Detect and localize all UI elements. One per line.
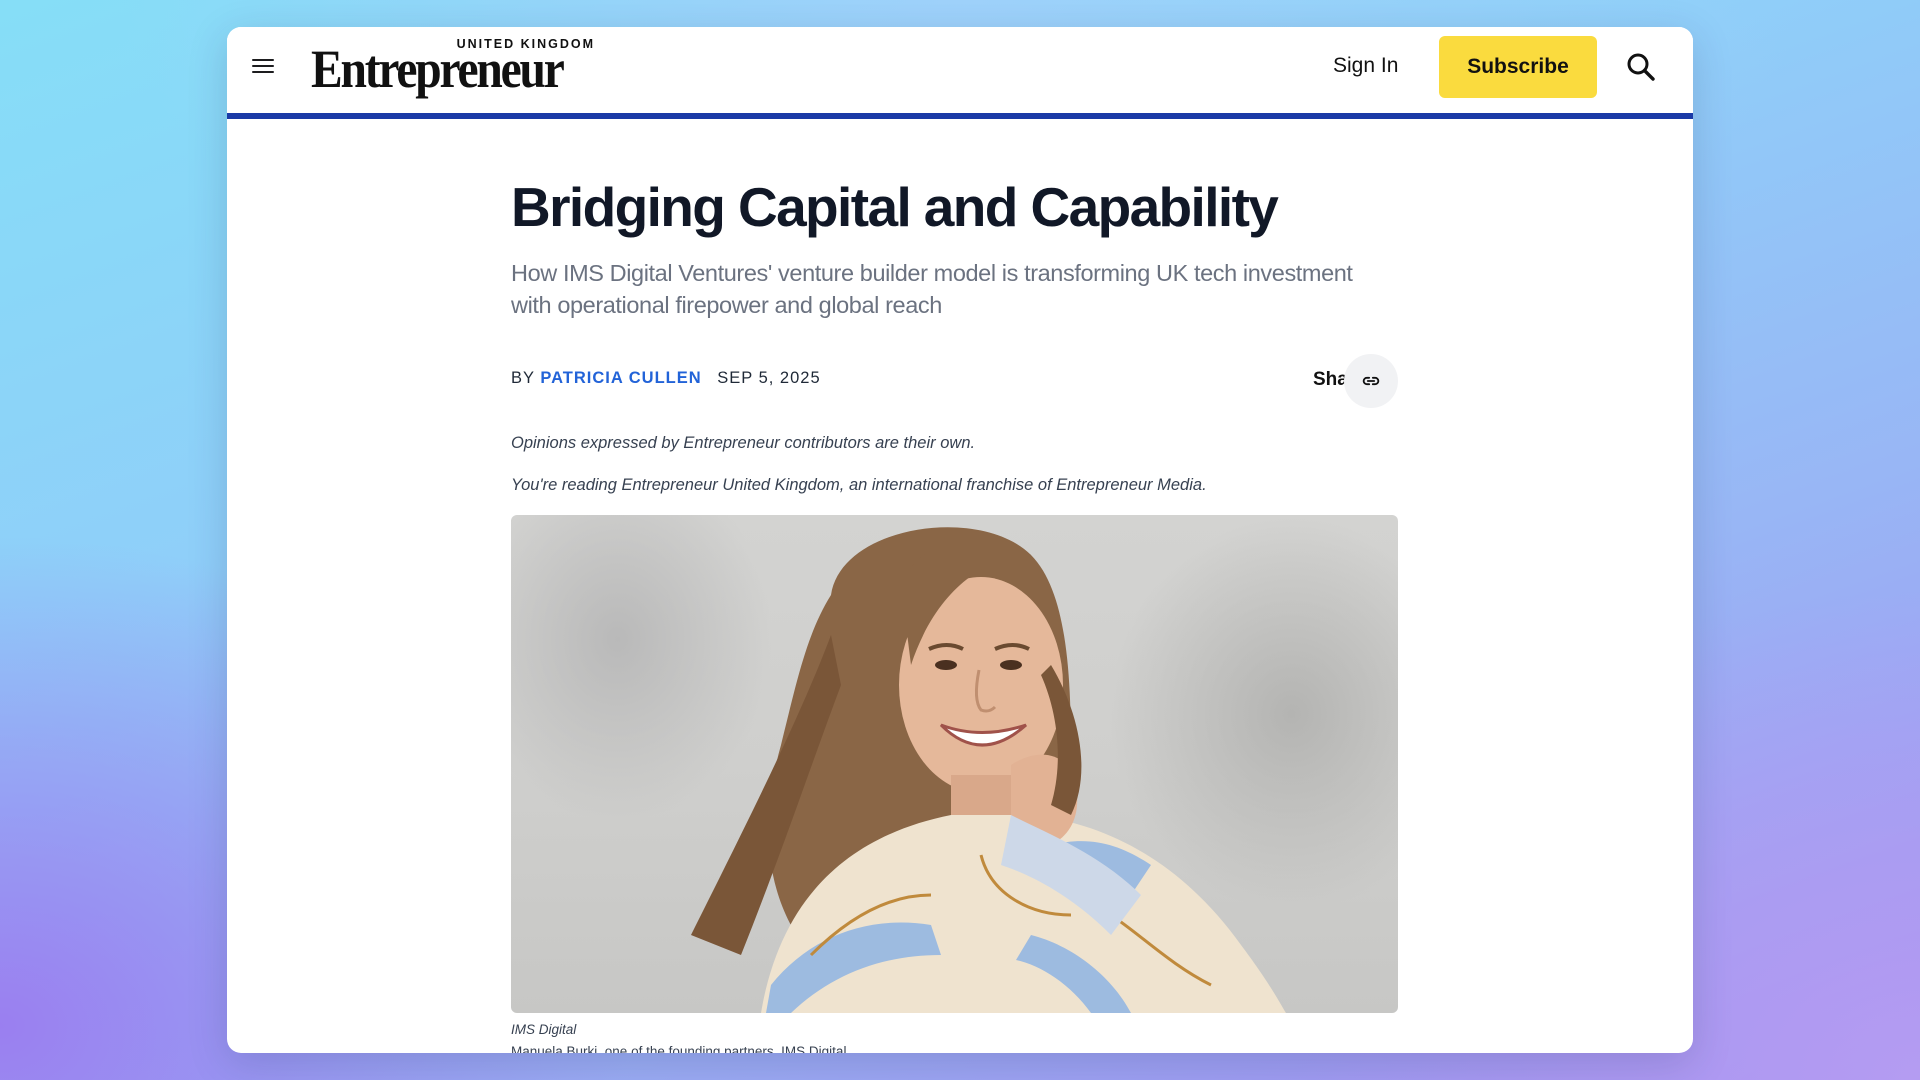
subscribe-button[interactable]: Subscribe (1439, 36, 1597, 98)
search-icon[interactable] (1625, 51, 1657, 83)
entrepreneur-logo[interactable]: UNITED KINGDOM Entrepreneur (311, 37, 597, 99)
image-credit: IMS Digital (511, 1022, 577, 1037)
hamburger-menu-icon[interactable] (251, 55, 275, 79)
site-header: UNITED KINGDOM Entrepreneur Sign In Subs… (227, 27, 1693, 119)
sign-in-link[interactable]: Sign In (1333, 54, 1398, 78)
logo-wordmark: Entrepreneur (311, 39, 565, 99)
link-icon[interactable] (1344, 354, 1398, 408)
publish-date: SEP 5, 2025 (717, 369, 821, 387)
byline-row: BY PATRICIA CULLEN SEP 5, 2025 Share (511, 354, 1398, 408)
byline: BY PATRICIA CULLEN SEP 5, 2025 (511, 369, 821, 388)
franchise-disclaimer: You're reading Entrepreneur United Kingd… (511, 476, 1207, 494)
hero-photo (511, 515, 1398, 1013)
article: Bridging Capital and Capability How IMS … (511, 119, 1398, 1053)
contributor-disclaimer: Opinions expressed by Entrepreneur contr… (511, 434, 976, 452)
author-link[interactable]: PATRICIA CULLEN (540, 369, 701, 387)
article-title: Bridging Capital and Capability (511, 176, 1279, 238)
byline-prefix: BY (511, 369, 535, 387)
image-caption: Manuela Burki, one of the founding partn… (511, 1044, 847, 1053)
article-subtitle: How IMS Digital Ventures' venture builde… (511, 260, 1353, 318)
page-card: UNITED KINGDOM Entrepreneur Sign In Subs… (227, 27, 1693, 1053)
